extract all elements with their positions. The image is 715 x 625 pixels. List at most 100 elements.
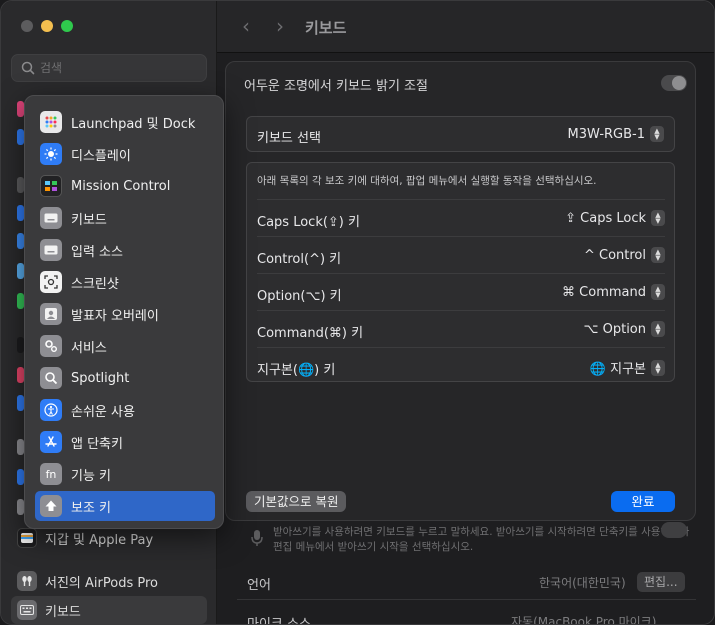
- dictation-description: 받아쓰기를 사용하려면 키보드를 누르고 말하세요. 받아쓰기를 시작하려면 단…: [273, 526, 690, 538]
- modifier-row-globe: 지구본(🌐) 키 🌐 지구본 ▲ ▼: [257, 347, 665, 384]
- sidebar-item-label: 지갑 및 Apple Pay: [45, 532, 154, 548]
- search-input[interactable]: [40, 59, 200, 77]
- modifier-row-label: 지구본(🌐) 키: [257, 363, 336, 378]
- chevron-updown-icon: ▲ ▼: [651, 247, 665, 263]
- menu-item-launchpad-dock[interactable]: Launchpad 및 Dock: [35, 107, 215, 137]
- sidebar-icon-stub: [17, 469, 24, 485]
- menu-item-label: Launchpad 및 Dock: [71, 116, 196, 132]
- modifier-row-control: Control(^) 키 ^ Control ▲ ▼: [257, 236, 665, 273]
- sidebar-icon-stub: [17, 263, 24, 279]
- modifier-keys-icon: [40, 495, 62, 517]
- language-value: 한국어(대한민국): [539, 576, 626, 590]
- sidebar-icon-stub: [17, 129, 24, 145]
- keyboard-select-label: 키보드 선택: [257, 131, 321, 146]
- keyboard-icon: [40, 207, 62, 229]
- chevron-updown-icon: ▲ ▼: [650, 126, 664, 142]
- menu-item-label: 키보드: [71, 212, 107, 228]
- menu-item-input-sources[interactable]: 입력 소스: [35, 235, 215, 265]
- search-field[interactable]: [11, 54, 207, 82]
- modifier-row-option: Option(⌥) 키 ⌘ Command ▲ ▼: [257, 273, 665, 310]
- sidebar-icon-stub: [17, 395, 24, 411]
- settings-window: 지갑 및 Apple Pay 서진의 AirPods Pro 키보드 ‹ › 키…: [0, 0, 715, 625]
- menu-item-label: 디스플레이: [71, 148, 131, 164]
- modifier-row-popup[interactable]: ⌥ Option ▲ ▼: [583, 321, 665, 337]
- sidebar-icon-stub: [17, 101, 24, 117]
- presenter-overlay-icon: [40, 303, 62, 325]
- close-window-button[interactable]: [21, 20, 33, 32]
- display-icon: [40, 143, 62, 165]
- chevron-updown-icon: ▲ ▼: [651, 359, 665, 376]
- app-shortcuts-icon: [40, 431, 62, 453]
- backlight-row: 어두운 조명에서 키보드 밝기 조절: [236, 70, 687, 96]
- divider: [237, 599, 696, 600]
- modifier-row-label: Control(^) 키: [257, 252, 342, 267]
- backlight-toggle[interactable]: [661, 75, 687, 91]
- microphone-source-value[interactable]: 자동(MacBook Pro 마이크): [511, 613, 656, 624]
- search-icon: [21, 61, 35, 75]
- menu-item-mission-control[interactable]: Mission Control: [35, 171, 215, 201]
- modifier-row-value: ⌘ Command: [562, 284, 646, 300]
- keyboard-icon: [17, 600, 37, 620]
- mission-control-icon: [40, 175, 62, 197]
- menu-item-screenshot[interactable]: 스크린샷: [35, 267, 215, 297]
- modifier-row-popup[interactable]: ⌘ Command ▲ ▼: [562, 284, 665, 300]
- modifier-row-label: Caps Lock(⇪) 키: [257, 215, 360, 230]
- microphone-source-label: 마이크 소스: [247, 617, 311, 625]
- modifier-row-popup[interactable]: ^ Control ▲ ▼: [584, 247, 665, 263]
- menu-item-spotlight[interactable]: Spotlight: [35, 363, 215, 393]
- sidebar-icon-stub: [17, 337, 24, 353]
- accessibility-icon: [40, 399, 62, 421]
- modifier-row-popup[interactable]: 🌐 지구본 ▲ ▼: [590, 358, 665, 377]
- sidebar-icon-stub: [17, 439, 24, 455]
- done-button[interactable]: 완료: [611, 491, 675, 512]
- sidebar-item-label: 키보드: [45, 604, 81, 620]
- modifier-row-label: Option(⌥) 키: [257, 289, 342, 304]
- sidebar-icon-stub: [17, 177, 24, 193]
- menu-item-modifier-keys[interactable]: 보조 키: [35, 491, 215, 521]
- menu-item-label: 앱 단축키: [71, 436, 123, 452]
- language-edit-button[interactable]: 편집...: [637, 572, 685, 592]
- sidebar-item-airpods[interactable]: 서진의 AirPods Pro: [11, 567, 207, 595]
- menu-item-label: 손쉬운 사용: [71, 404, 135, 420]
- airpods-icon: [17, 571, 37, 591]
- input-sources-icon: [40, 239, 62, 261]
- language-label: 언어: [247, 578, 271, 593]
- microphone-icon: [251, 529, 263, 551]
- modifier-row-value: ⇪ Caps Lock: [565, 210, 646, 226]
- minimize-window-button[interactable]: [41, 20, 53, 32]
- menu-item-label: 기능 키: [71, 468, 112, 484]
- menu-item-app-shortcuts[interactable]: 앱 단축키: [35, 427, 215, 457]
- back-button[interactable]: ‹: [235, 15, 257, 37]
- menu-item-presenter-overlay[interactable]: 발표자 오버레이: [35, 299, 215, 329]
- menu-item-accessibility[interactable]: 손쉬운 사용: [35, 395, 215, 425]
- menu-item-label: 발표자 오버레이: [71, 308, 159, 324]
- modifier-row-value: ⌥ Option: [583, 321, 647, 337]
- sidebar-icon-stub: [17, 205, 24, 221]
- services-icon: [40, 335, 62, 357]
- zoom-window-button[interactable]: [61, 20, 73, 32]
- sidebar-icon-stub: [17, 233, 24, 249]
- sidebar-icon-stub: [17, 367, 24, 383]
- modifier-row-popup[interactable]: ⇪ Caps Lock ▲ ▼: [565, 210, 665, 226]
- sidebar-item-keyboard[interactable]: 키보드: [11, 596, 207, 624]
- spotlight-icon: [40, 367, 62, 389]
- menu-item-label: Spotlight: [71, 370, 130, 386]
- restore-defaults-button[interactable]: 기본값으로 복원: [246, 491, 347, 512]
- menu-item-keyboard[interactable]: 키보드: [35, 203, 215, 233]
- screenshot-icon: [40, 271, 62, 293]
- menu-item-function-keys[interactable]: fn 기능 키: [35, 459, 215, 489]
- forward-button[interactable]: ›: [269, 15, 291, 37]
- dictation-toggle[interactable]: [661, 522, 687, 538]
- fn-key-icon: fn: [40, 463, 62, 485]
- chevron-updown-icon: ▲ ▼: [651, 284, 665, 300]
- menu-item-displays[interactable]: 디스플레이: [35, 139, 215, 169]
- modifier-row-label: Command(⌘) 키: [257, 326, 364, 341]
- sidebar-icon-stub: [17, 499, 24, 515]
- toolbar: ‹ › 키보드: [217, 1, 714, 53]
- menu-item-services[interactable]: 서비스: [35, 331, 215, 361]
- keyboard-select-popup[interactable]: M3W-RGB-1 ▲ ▼: [568, 126, 664, 142]
- modifier-keys-box: 아래 목록의 각 보조 키에 대하여, 팝업 메뉴에서 실행할 동작을 선택하십…: [246, 162, 675, 382]
- backlight-label: 어두운 조명에서 키보드 밝기 조절: [244, 79, 428, 94]
- modifier-keys-sheet: 어두운 조명에서 키보드 밝기 조절 키보드 선택 M3W-RGB-1 ▲ ▼ 아…: [225, 61, 696, 521]
- modifier-row-value: 🌐 지구본: [589, 362, 646, 377]
